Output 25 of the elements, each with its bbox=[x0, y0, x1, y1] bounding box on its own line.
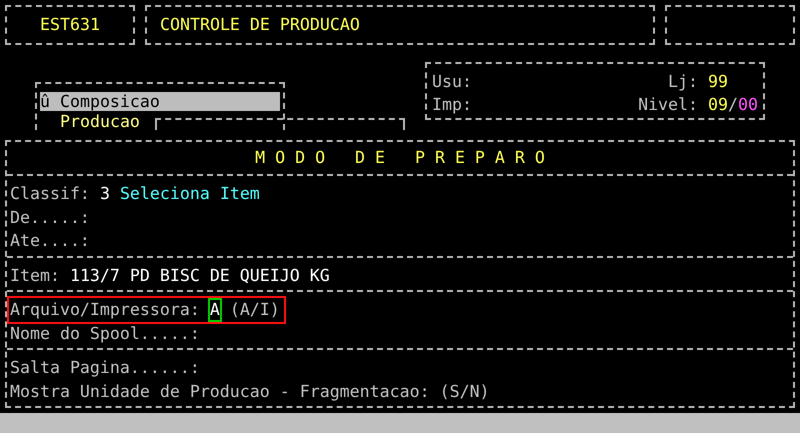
field-label: Item: bbox=[10, 266, 60, 285]
field-value: 113/7 PD BISC DE QUEIJO KG bbox=[70, 266, 330, 285]
printer-label: Imp: bbox=[432, 95, 473, 116]
store-value: 99 bbox=[708, 72, 730, 93]
field-description: Seleciona Item bbox=[120, 184, 260, 204]
program-code-box: EST631 bbox=[5, 5, 135, 45]
field-label: Mostra Unidade de Producao - Fragmentacao: bbox=[10, 382, 430, 401]
input-field[interactable]: A bbox=[210, 300, 220, 320]
form-title: M O D O D E P R E P A R O bbox=[7, 142, 793, 176]
field-label: Salta Pagina......: bbox=[10, 358, 200, 378]
store-label: Lj: bbox=[668, 72, 698, 93]
field-label: (S/N) bbox=[440, 382, 490, 401]
screen-title: CONTROLE DE PRODUCAO bbox=[145, 5, 655, 45]
menu-item[interactable]: û Composicao bbox=[40, 92, 280, 111]
field-label: Arquivo/Impressora: bbox=[10, 300, 200, 320]
user-label: Usu: bbox=[432, 72, 473, 93]
menu-item[interactable]: Producao bbox=[40, 112, 280, 131]
field-label: (A/I) bbox=[230, 300, 280, 320]
field-label: Ate....: bbox=[10, 231, 90, 250]
field-label: Classif: bbox=[10, 184, 90, 204]
field-label: De.....: bbox=[10, 208, 90, 227]
field-value: 3 bbox=[100, 184, 110, 204]
level-value: 09/00 bbox=[708, 95, 758, 116]
field-label: Nome do Spool.....: bbox=[10, 324, 200, 343]
level-label: Nivel: bbox=[638, 95, 698, 116]
